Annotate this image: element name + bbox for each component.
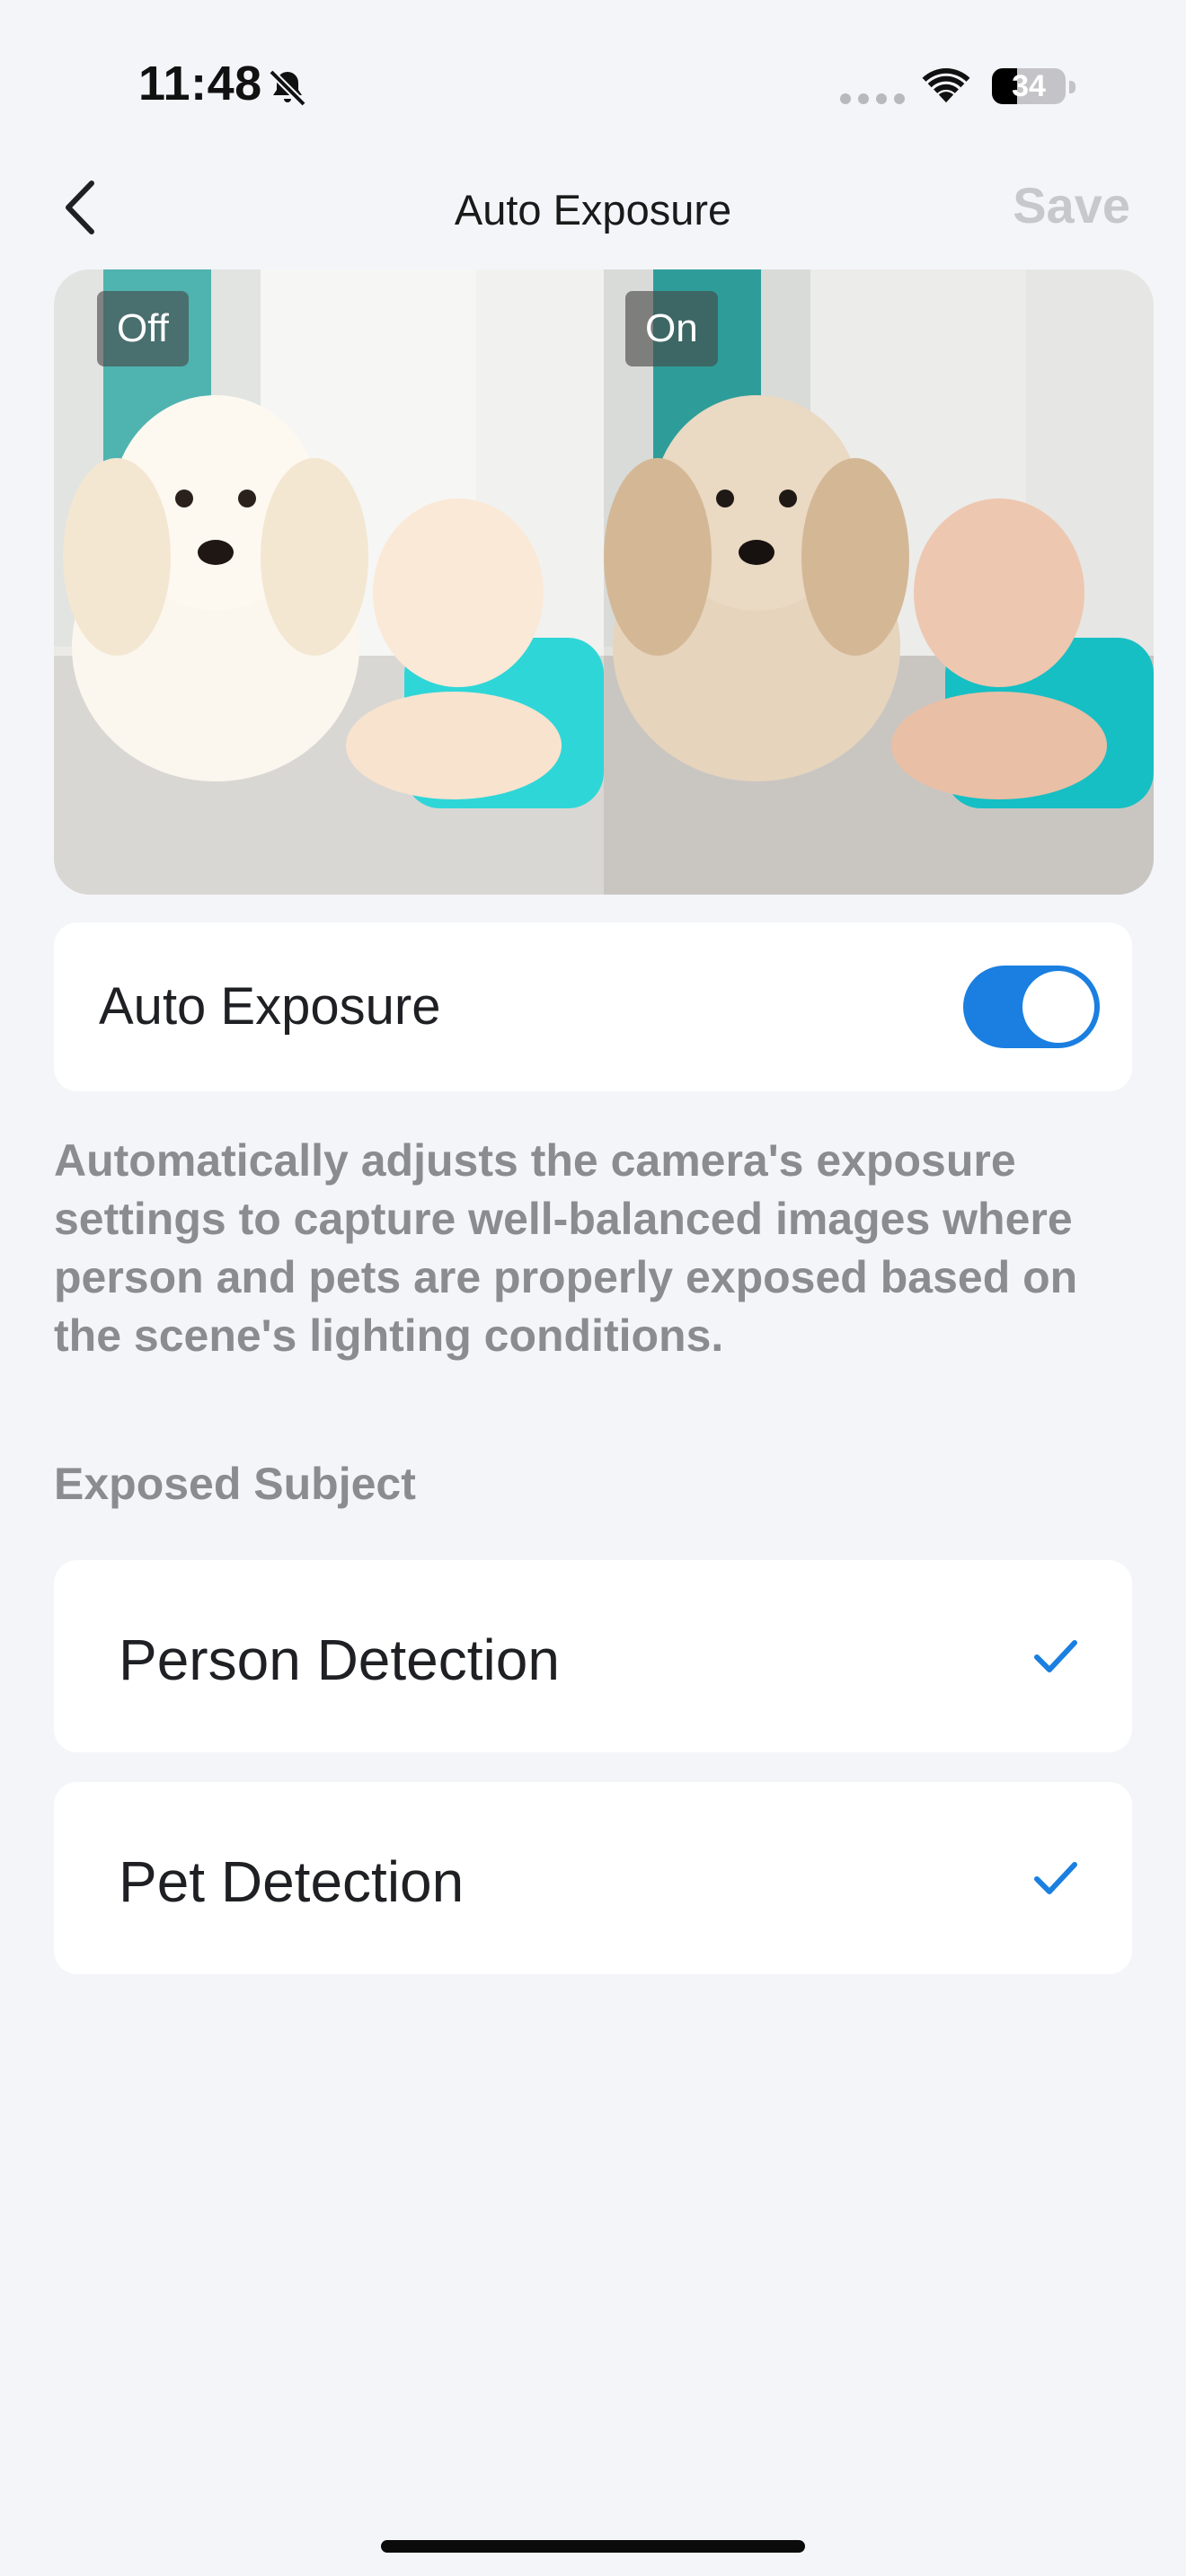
wifi-icon [922,68,970,103]
checkmark-icon [1034,1640,1077,1672]
battery-icon: 34 [992,68,1066,104]
battery-cap [1069,81,1075,93]
option-label: Pet Detection [119,1849,465,1914]
option-label: Person Detection [119,1628,560,1692]
exposure-preview-image: Off On [54,269,1154,895]
bell-slash-icon [269,69,306,107]
preview-off-label: Off [97,291,189,366]
section-header-exposed-subject: Exposed Subject [54,1459,416,1509]
option-pet-detection[interactable]: Pet Detection [54,1782,1132,1974]
toggle-knob [1022,971,1094,1043]
preview-on-label: On [625,291,718,366]
status-time: 11:48 [138,57,262,110]
auto-exposure-label: Auto Exposure [99,977,441,1036]
status-bar: 11:48 34 [0,0,1186,153]
page-title: Auto Exposure [454,186,732,234]
home-indicator[interactable] [381,2540,805,2553]
battery-level: 34 [1012,69,1046,103]
option-person-detection[interactable]: Person Detection [54,1560,1132,1752]
auto-exposure-toggle[interactable] [963,966,1100,1048]
save-button[interactable]: Save [1013,176,1130,234]
auto-exposure-row: Auto Exposure [54,922,1132,1091]
auto-exposure-description: Automatically adjusts the camera's expos… [54,1135,1078,1361]
cellular-signal-icon [840,93,905,104]
checkmark-icon [1034,1862,1077,1894]
